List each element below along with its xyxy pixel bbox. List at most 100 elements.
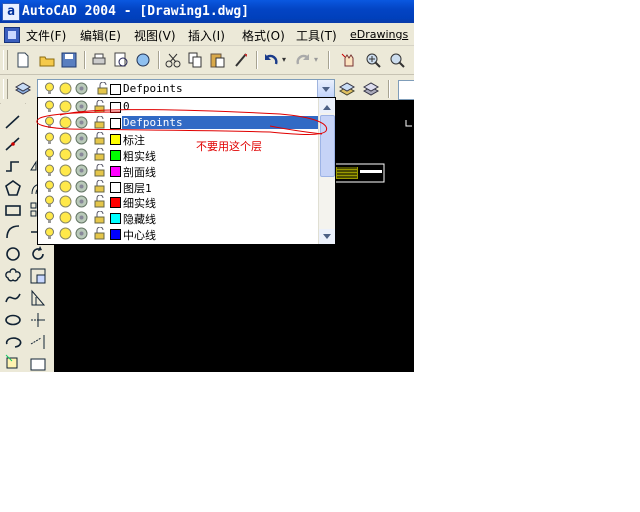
save-icon[interactable] [60,51,78,69]
title-bar[interactable]: a AutoCAD 2004 - [Drawing1.dwg] [0,0,414,23]
padlock-unlocked-icon[interactable] [93,227,106,240]
new-file-icon[interactable] [14,51,32,69]
cut-icon[interactable] [164,51,182,69]
viewport-freeze-icon[interactable] [75,164,88,177]
layer-combo-dropdown-arrow-icon[interactable] [317,80,334,98]
menu-tools[interactable]: 工具(T) [296,27,337,44]
sun-thaw-icon[interactable] [59,132,72,145]
extend-icon[interactable] [28,332,48,352]
padlock-unlocked-icon[interactable] [93,147,106,161]
revision-cloud-icon[interactable] [3,266,23,286]
redo-icon[interactable] [294,51,312,69]
rotate-icon[interactable] [28,244,48,264]
lightbulb-on-icon[interactable] [43,132,56,145]
lightbulb-on-icon[interactable] [43,195,56,208]
break-icon[interactable] [28,354,48,372]
layer-manager-icon[interactable] [14,80,32,98]
plot-icon[interactable] [90,51,108,69]
sun-thaw-icon[interactable] [59,211,72,224]
scroll-up-icon[interactable] [319,98,335,113]
layer-previous-icon[interactable] [362,80,380,98]
arc-icon[interactable] [3,222,23,242]
sun-thaw-icon[interactable] [59,227,72,240]
zoom-realtime-icon[interactable] [364,51,382,69]
make-object-layer-current-icon[interactable] [338,80,356,98]
undo-icon[interactable] [262,51,280,69]
layer-list-scrollbar[interactable] [318,98,335,244]
layer-row[interactable]: 0 [38,99,318,115]
viewport-freeze-icon[interactable] [75,195,88,208]
polyline-icon[interactable] [3,156,23,176]
menu-view[interactable]: 视图(V) [134,27,176,44]
redo-dropdown-icon[interactable]: ▾ [314,55,318,64]
lightbulb-on-icon[interactable] [43,116,56,129]
padlock-unlocked-icon[interactable] [93,115,106,129]
viewport-freeze-icon[interactable] [75,180,88,193]
trim-icon[interactable] [28,310,48,330]
lightbulb-on-icon[interactable] [43,148,56,161]
menu-file[interactable]: 文件(F) [26,27,66,44]
layer-row[interactable]: 图层1 [38,179,318,195]
lightbulb-on-icon[interactable] [43,180,56,193]
viewport-freeze-icon[interactable] [75,100,88,113]
scroll-down-icon[interactable] [319,229,335,244]
menu-edrawings[interactable]: eDrawings [350,28,408,41]
ellipse-arc-icon[interactable] [3,332,23,352]
lightbulb-on-icon[interactable] [43,100,56,113]
padlock-unlocked-icon[interactable] [93,131,106,145]
lightbulb-on-icon[interactable] [43,227,56,240]
padlock-unlocked-icon[interactable] [93,211,106,224]
sun-thaw-icon[interactable] [59,100,72,113]
open-folder-icon[interactable] [38,51,56,69]
match-properties-icon[interactable] [232,51,250,69]
construction-line-icon[interactable] [3,134,23,154]
color-control-combo[interactable] [398,80,414,100]
menu-edit[interactable]: 编辑(E) [80,27,121,44]
paste-icon[interactable] [208,51,226,69]
layer-row[interactable]: 剖面线 [38,163,318,179]
padlock-unlocked-icon[interactable] [93,179,106,193]
scale-icon[interactable] [28,266,48,286]
sun-thaw-icon[interactable] [59,195,72,208]
layer-row[interactable]: 细实线 [38,194,318,210]
layer-row[interactable]: 中心线 [38,226,318,242]
polygon-icon[interactable] [3,178,23,198]
viewport-freeze-icon[interactable] [75,211,88,224]
layer-row[interactable]: 标注 [38,131,318,147]
line-icon[interactable] [3,112,23,132]
spline-icon[interactable] [3,288,23,308]
lightbulb-on-icon[interactable] [43,82,56,95]
padlock-unlocked-icon[interactable] [93,100,106,113]
ellipse-icon[interactable] [3,310,23,330]
zoom-window-icon[interactable] [388,51,406,69]
circle-icon[interactable] [3,244,23,264]
viewport-freeze-icon[interactable] [75,132,88,145]
viewport-freeze-icon[interactable] [75,227,88,240]
menu-insert[interactable]: 插入(I) [188,27,225,44]
toolbar-grip[interactable] [3,79,8,99]
layer-row[interactable]: 粗实线 [38,147,318,163]
padlock-unlocked-icon[interactable] [93,195,106,208]
toolbar-grip[interactable] [3,50,8,70]
padlock-unlocked-icon[interactable] [96,82,109,95]
plot-preview-icon[interactable] [112,51,130,69]
autocad-app-icon[interactable]: a [2,3,20,21]
viewport-freeze-icon[interactable] [75,148,88,161]
layer-row[interactable]: 隐藏线 [38,210,318,226]
padlock-unlocked-icon[interactable] [93,163,106,177]
lightbulb-on-icon[interactable] [43,164,56,177]
viewport-freeze-icon[interactable] [75,116,88,129]
layer-control-combo[interactable]: Defpoints [37,79,335,99]
sun-thaw-icon[interactable] [59,148,72,161]
scroll-thumb[interactable] [320,115,335,177]
viewport-freeze-icon[interactable] [75,82,88,95]
sun-thaw-icon[interactable] [59,180,72,193]
copy-icon[interactable] [186,51,204,69]
sun-thaw-icon[interactable] [59,164,72,177]
sun-thaw-icon[interactable] [59,116,72,129]
undo-dropdown-icon[interactable]: ▾ [282,55,286,64]
pan-realtime-icon[interactable] [340,51,358,69]
document-control-icon[interactable] [4,27,20,43]
sun-thaw-icon[interactable] [59,82,72,95]
lightbulb-on-icon[interactable] [43,211,56,224]
